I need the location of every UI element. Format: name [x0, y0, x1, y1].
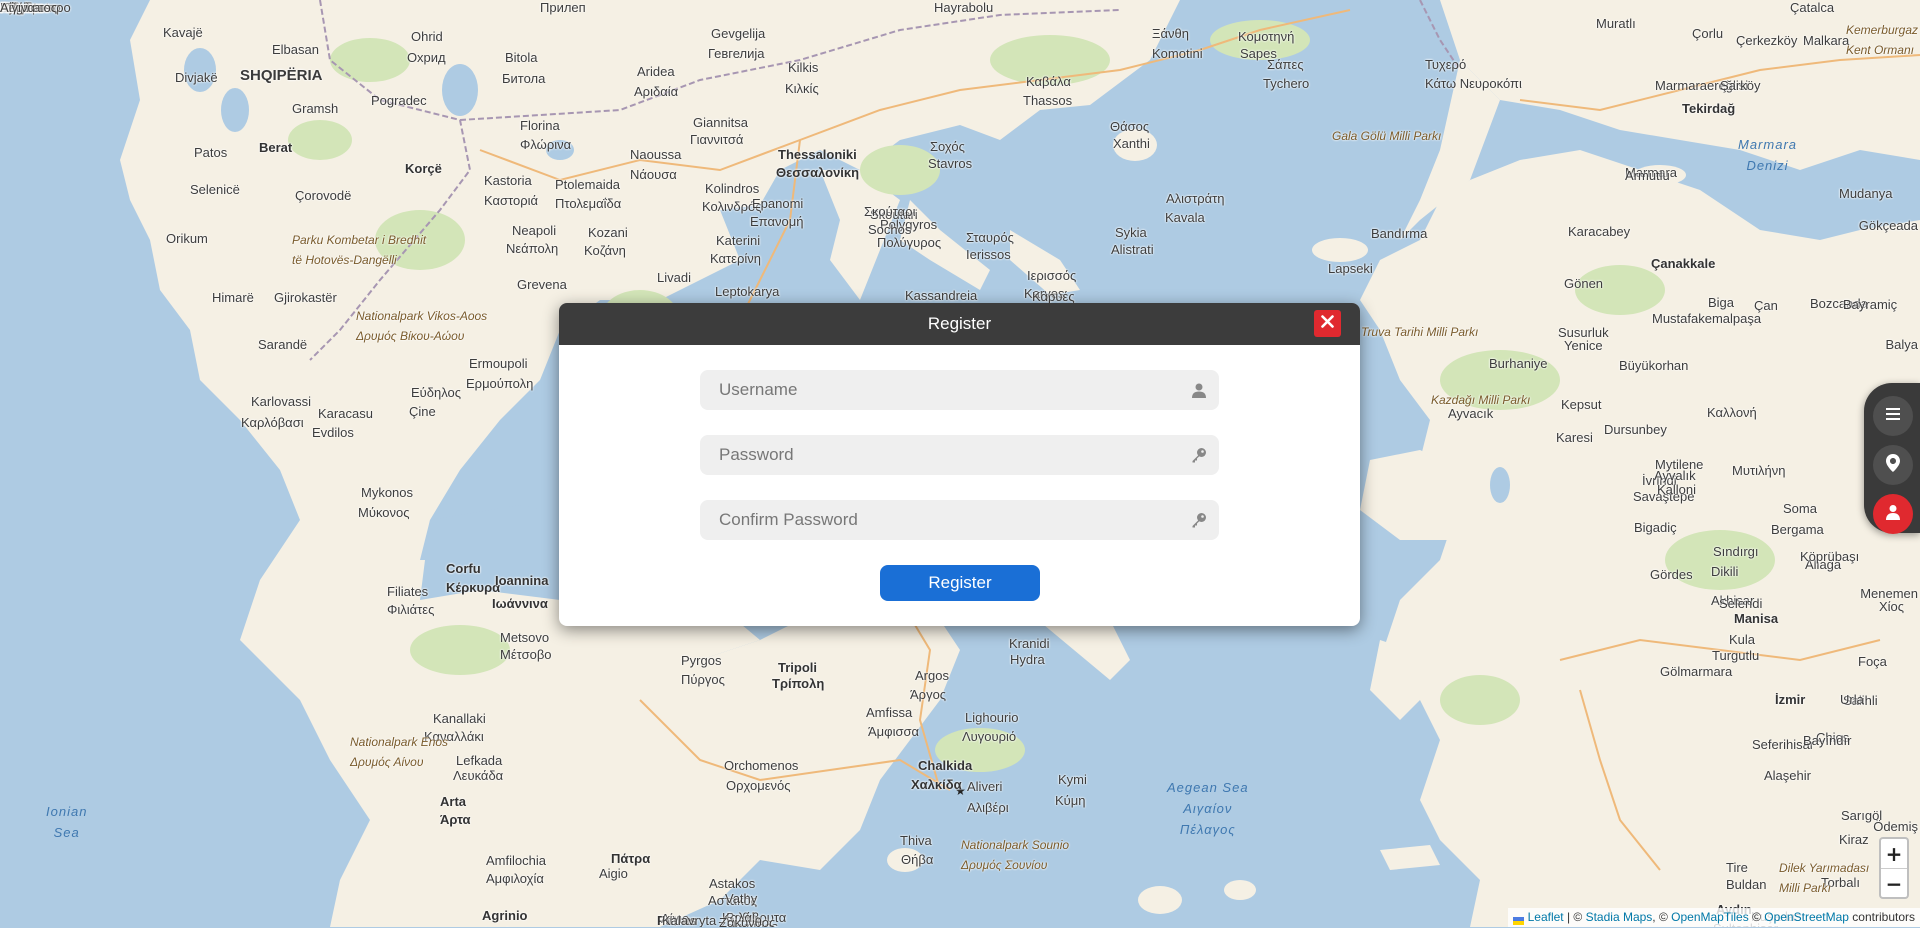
close-button[interactable]: [1314, 310, 1341, 337]
user-icon: [1885, 504, 1901, 525]
stadia-link[interactable]: Stadia Maps: [1586, 910, 1653, 924]
openmaptiles-link[interactable]: OpenMapTiles: [1671, 910, 1749, 924]
username-input[interactable]: [700, 370, 1219, 410]
openstreetmap-link[interactable]: OpenStreetMap: [1764, 910, 1849, 924]
key-icon: [1189, 445, 1209, 465]
map-attribution: Leaflet | © Stadia Maps, © OpenMapTiles …: [1508, 908, 1920, 927]
zoom-out-button[interactable]: −: [1881, 869, 1907, 898]
confirm-password-input[interactable]: [700, 500, 1219, 540]
register-submit-button[interactable]: Register: [880, 565, 1040, 601]
attribution-sep-1: | ©: [1563, 910, 1586, 924]
ukraine-flag-icon: [1513, 914, 1525, 925]
password-field-wrapper: [700, 435, 1219, 475]
username-field-wrapper: [700, 370, 1219, 410]
leaflet-link[interactable]: Leaflet: [1528, 910, 1564, 924]
map-pin-icon: [1886, 453, 1900, 477]
register-modal: Register Register: [559, 303, 1360, 626]
modal-header: Register: [559, 303, 1360, 345]
close-icon: [1321, 314, 1334, 333]
zoom-control: + −: [1879, 837, 1909, 899]
modal-title: Register: [927, 314, 992, 333]
confirm-password-field-wrapper: [700, 500, 1219, 540]
attribution-suffix: contributors: [1848, 910, 1915, 924]
zoom-in-button[interactable]: +: [1881, 839, 1907, 869]
key-icon: [1189, 510, 1209, 530]
side-menu: [1864, 383, 1920, 534]
hamburger-menu-icon: [1885, 407, 1901, 426]
svg-text:★: ★: [955, 784, 966, 798]
location-button[interactable]: [1873, 445, 1913, 485]
password-input[interactable]: [700, 435, 1219, 475]
user-button[interactable]: [1873, 494, 1913, 534]
attribution-sep-2: , ©: [1652, 910, 1672, 924]
menu-button[interactable]: [1873, 396, 1913, 436]
attribution-sep-3: ©: [1748, 910, 1765, 924]
user-icon: [1189, 380, 1209, 400]
